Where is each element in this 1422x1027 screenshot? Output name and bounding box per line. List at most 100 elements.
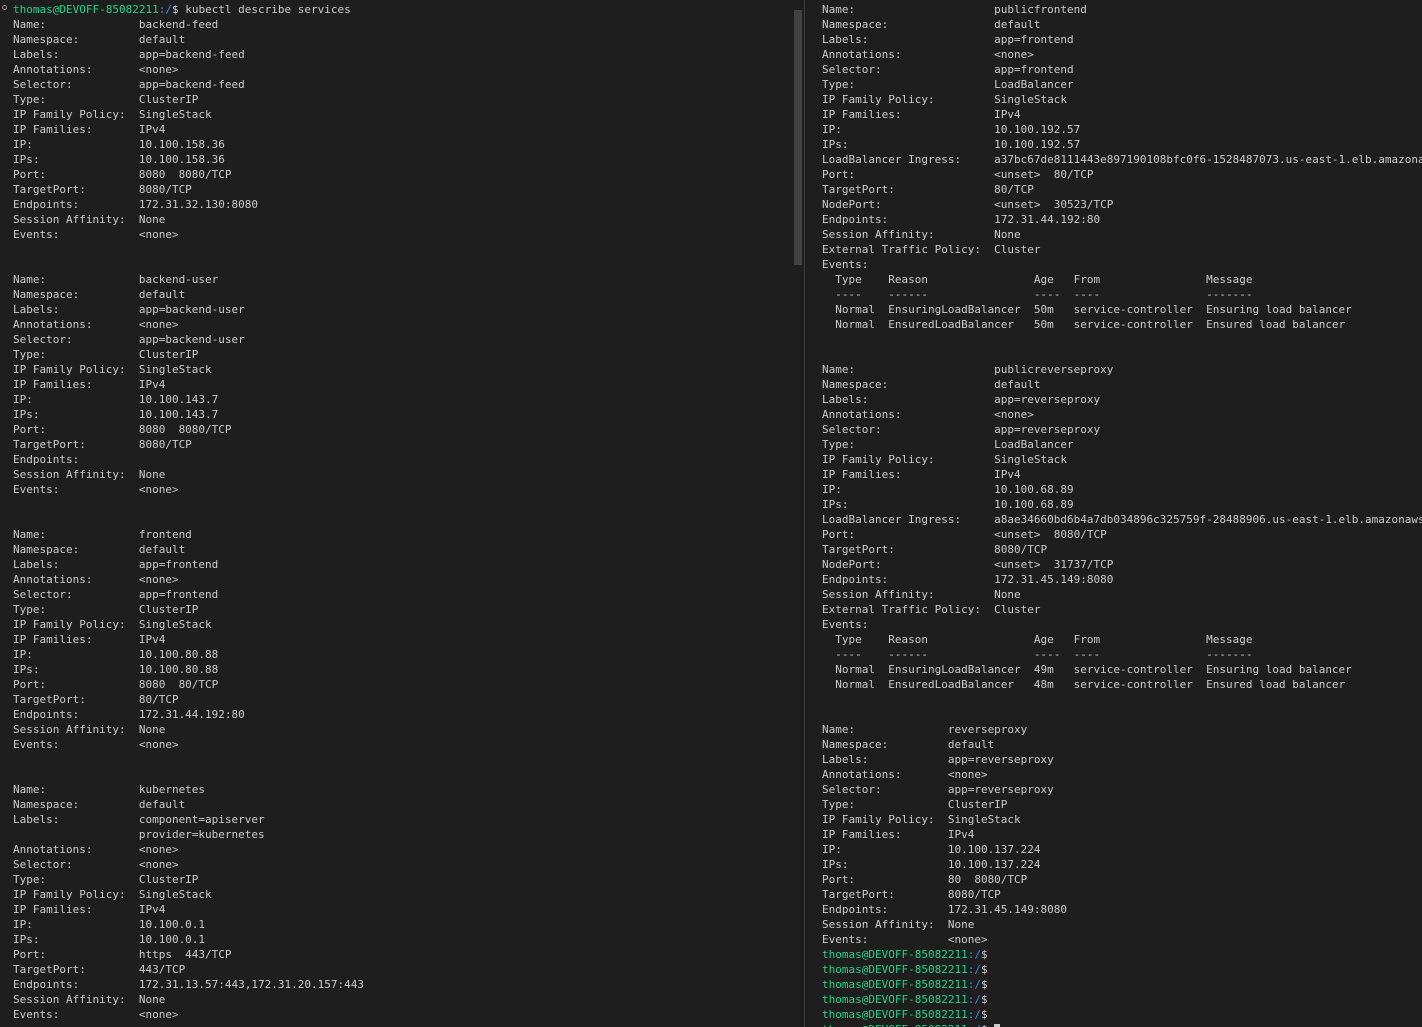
prompt-path: :/	[967, 948, 981, 961]
output-line: Port: https 443/TCP	[13, 948, 232, 961]
output-line	[822, 347, 1422, 362]
output-line: Namespace: default	[13, 288, 186, 301]
prompt-symbol: $	[980, 978, 988, 991]
output-line: IPs: 10.100.143.7	[13, 408, 219, 421]
scrollbar-thumb[interactable]	[794, 10, 802, 265]
prompt-symbol: $	[980, 1008, 988, 1021]
output-line: Selector: app=reverseproxy	[822, 423, 1101, 436]
output-line: provider=kubernetes	[13, 828, 265, 841]
output-line: IP: 10.100.192.57	[822, 123, 1081, 136]
output-line: Port: <unset> 8080/TCP	[822, 528, 1107, 541]
output-line: Session Affinity: None	[13, 468, 166, 481]
output-line: Events: <none>	[13, 738, 179, 751]
prompt-path: :/	[967, 963, 981, 976]
output-line: IP Families: IPv4	[822, 108, 1021, 121]
output-line: IP: 10.100.143.7	[13, 393, 219, 406]
command-decoration-icon	[2, 5, 7, 10]
output-line: Type Reason Age From Message	[822, 633, 1253, 646]
output-line: Name: publicreverseproxy	[822, 363, 1114, 376]
prompt-user-host: thomas@DEVOFF-85082211	[822, 963, 968, 976]
output-line: IP Families: IPv4	[13, 378, 166, 391]
output-line: IP Family Policy: SingleStack	[822, 813, 1021, 826]
output-line: Type: ClusterIP	[13, 603, 199, 616]
pane-divider[interactable]	[804, 0, 805, 1027]
output-line: IPs: 10.100.68.89	[822, 498, 1074, 511]
output-line: Namespace: default	[822, 378, 1041, 391]
output-line	[822, 707, 1422, 722]
output-line: TargetPort: 8080/TCP	[822, 543, 1048, 556]
command-line: thomas@DEVOFF-85082211:/$ kubectl descri…	[13, 2, 364, 17]
command-text: $ kubectl describe services	[171, 3, 351, 16]
output-line: Labels: app=frontend	[822, 33, 1074, 46]
prompt-line: thomas@DEVOFF-85082211:/$	[822, 977, 1422, 992]
output-line: Namespace: default	[13, 543, 186, 556]
output-line: Events: <none>	[13, 483, 179, 496]
prompt-line: thomas@DEVOFF-85082211:/$	[822, 992, 1422, 1007]
output-line	[13, 497, 364, 512]
output-line: IP Family Policy: SingleStack	[13, 363, 212, 376]
output-line: Normal EnsuredLoadBalancer 48m service-c…	[822, 678, 1346, 691]
output-line	[13, 752, 364, 767]
prompt-line: thomas@DEVOFF-85082211:/$	[822, 962, 1422, 977]
prompt-user-host: thomas@DEVOFF-85082211	[822, 993, 968, 1006]
output-line: IPs: 10.100.0.1	[13, 933, 206, 946]
output-line: Session Affinity: None	[13, 213, 166, 226]
output-line: Selector: app=reverseproxy	[822, 783, 1054, 796]
prompt-line: thomas@DEVOFF-85082211:/$	[822, 1022, 1422, 1027]
output-line: Selector: <none>	[13, 858, 179, 871]
output-line: Events:	[822, 258, 869, 271]
output-line: Type: ClusterIP	[822, 798, 1008, 811]
prompt-line: thomas@DEVOFF-85082211:/$	[822, 947, 1422, 962]
prompt-user-host: thomas@DEVOFF-85082211	[822, 1023, 968, 1027]
output-line: IP Families: IPv4	[13, 903, 166, 916]
prompt-symbol: $	[980, 993, 988, 1006]
output-line: IP Family Policy: SingleStack	[822, 93, 1068, 106]
output-line: Type: ClusterIP	[13, 873, 199, 886]
output-line: Endpoints: 172.31.45.149:8080	[822, 903, 1068, 916]
prompt-path: :/	[967, 978, 981, 991]
output-line: Events: <none>	[822, 933, 988, 946]
output-line: Events: <none>	[13, 228, 179, 241]
output-line: Type: LoadBalancer	[822, 438, 1074, 451]
output-line: NodePort: <unset> 30523/TCP	[822, 198, 1114, 211]
output-line: Type: ClusterIP	[13, 348, 199, 361]
output-line: Port: 8080 80/TCP	[13, 678, 219, 691]
output-line: External Traffic Policy: Cluster	[822, 603, 1041, 616]
output-line: Labels: app=frontend	[13, 558, 219, 571]
output-line: Session Affinity: None	[822, 588, 1021, 601]
output-line: IP Families: IPv4	[822, 468, 1021, 481]
output-line: IP Family Policy: SingleStack	[13, 108, 212, 121]
output-line: Endpoints: 172.31.32.130:8080	[13, 198, 259, 211]
output-line: TargetPort: 8080/TCP	[822, 888, 1001, 901]
output-line: Labels: component=apiserver	[13, 813, 265, 826]
output-line: Endpoints: 172.31.45.149:8080	[822, 573, 1114, 586]
output-line: Annotations: <none>	[13, 573, 179, 586]
output-line: ---- ------ ---- ---- -------	[822, 648, 1253, 661]
output-line: IPs: 10.100.80.88	[13, 663, 219, 676]
prompt-path: :/	[967, 993, 981, 1006]
output-line: Annotations: <none>	[822, 768, 988, 781]
output-line: Endpoints:	[13, 453, 80, 466]
output-line: Session Affinity: None	[13, 993, 166, 1006]
output-line: TargetPort: 8080/TCP	[13, 183, 192, 196]
output-line: Namespace: default	[822, 18, 1041, 31]
terminal-pane-left[interactable]: thomas@DEVOFF-85082211:/$ kubectl descri…	[0, 0, 792, 1027]
output-line: TargetPort: 80/TCP	[822, 183, 1034, 196]
output-line: Session Affinity: None	[822, 918, 975, 931]
output-line: Labels: app=backend-feed	[13, 48, 245, 61]
output-line: Port: 8080 8080/TCP	[13, 168, 232, 181]
output-line: LoadBalancer Ingress: a37bc67de8111443e8…	[822, 153, 1422, 166]
output-line: Session Affinity: None	[822, 228, 1021, 241]
prompt-user-host: thomas@DEVOFF-85082211	[822, 1008, 968, 1021]
prompt-path: :/	[158, 3, 172, 16]
prompt-symbol: $	[980, 948, 988, 961]
terminal-window[interactable]: thomas@DEVOFF-85082211:/$ kubectl descri…	[0, 0, 1422, 1027]
output-line: Name: backend-feed	[13, 18, 219, 31]
terminal-pane-right[interactable]: Name: publicfrontend Namespace: default La…	[806, 0, 1422, 1027]
output-line: Labels: app=reverseproxy	[822, 393, 1101, 406]
output-line: IP: 10.100.137.224	[822, 843, 1041, 856]
output-line: IP Families: IPv4	[13, 633, 166, 646]
output-line: Name: kubernetes	[13, 783, 206, 796]
output-line: Selector: app=frontend	[13, 588, 219, 601]
output-line: IP Families: IPv4	[822, 828, 975, 841]
